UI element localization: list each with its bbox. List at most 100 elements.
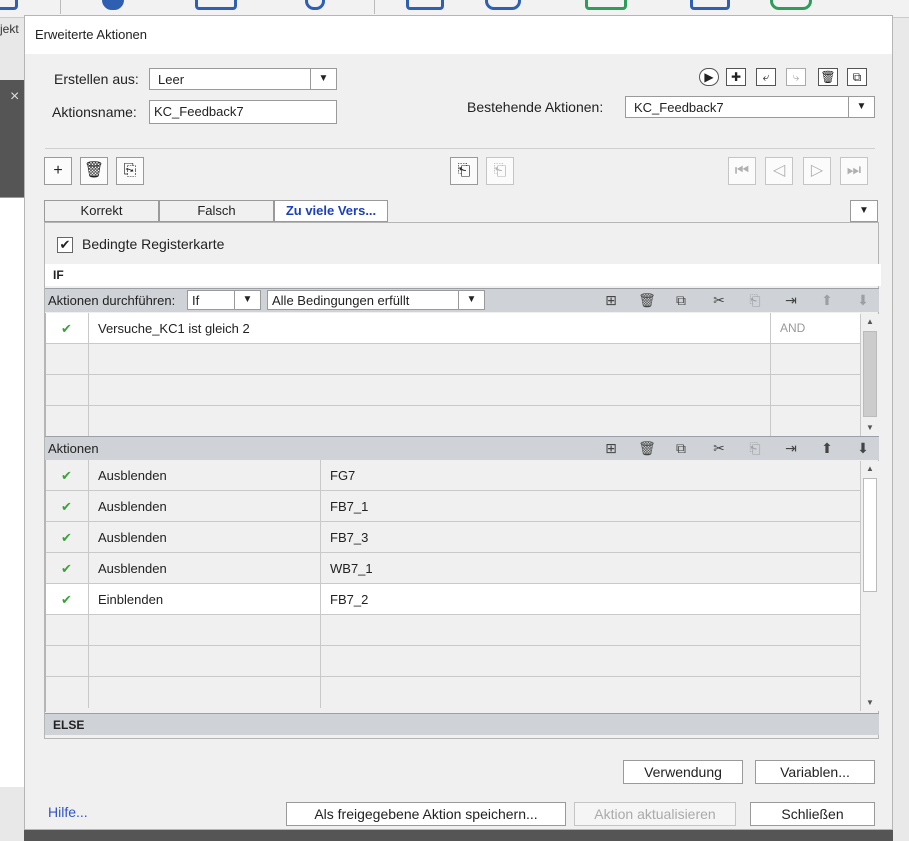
table-row[interactable] <box>46 344 860 375</box>
paste-tab-icon[interactable]: ⎗ <box>450 157 478 185</box>
previous-tab-icon[interactable]: ◁ <box>765 157 793 185</box>
check-icon[interactable]: ✔ <box>46 313 89 344</box>
paste-icon[interactable]: ⎗ <box>745 291 765 309</box>
toolbar-shape-icon[interactable] <box>102 0 124 10</box>
action-target[interactable]: FG7 <box>321 460 860 491</box>
app-menu-label[interactable]: jekt <box>0 22 19 36</box>
action-command[interactable]: Einblenden <box>89 584 321 615</box>
check-icon[interactable]: ✔ <box>46 522 89 553</box>
action-name-input[interactable]: KC_Feedback7 <box>149 100 337 124</box>
trash-icon[interactable]: 🗑 <box>637 291 657 309</box>
insert-row-icon[interactable]: ⊞ <box>601 439 621 457</box>
preview-action-button[interactable]: ▶ <box>699 68 719 86</box>
scroll-thumb[interactable] <box>863 478 877 592</box>
arrow-down-icon[interactable]: ⬇ <box>853 291 873 309</box>
create-from-select[interactable]: Leer ▼ <box>149 68 337 90</box>
arrow-up-icon[interactable]: ⬆ <box>817 291 837 309</box>
help-link[interactable]: Hilfe... <box>48 804 88 820</box>
actions-scrollbar[interactable]: ▲ ▼ <box>860 461 879 711</box>
tab-list-select[interactable]: ▼ <box>850 200 878 222</box>
duplicate-action-icon[interactable]: ⧉ <box>847 68 867 86</box>
copy-tab-icon[interactable]: ⎘ <box>116 157 144 185</box>
existing-actions-select[interactable]: KC_Feedback7 ▼ <box>625 96 875 118</box>
copy-icon[interactable]: ⧉ <box>671 291 691 309</box>
toolbar-edit-icon[interactable] <box>690 0 730 10</box>
action-target[interactable]: FB7_2 <box>321 584 860 615</box>
check-icon[interactable]: ✔ <box>46 460 89 491</box>
table-row[interactable] <box>46 646 860 677</box>
table-row[interactable] <box>46 615 860 646</box>
export-action-icon[interactable]: ⤷ <box>786 68 806 86</box>
save-shared-action-button[interactable]: Als freigegebene Aktion speichern... <box>286 802 566 826</box>
action-command[interactable]: Ausblenden <box>89 491 321 522</box>
close-button[interactable]: Schließen <box>750 802 875 826</box>
toolbar-icon[interactable] <box>0 0 18 10</box>
scroll-up-icon[interactable]: ▲ <box>862 462 878 476</box>
next-tab-icon[interactable]: ▷ <box>803 157 831 185</box>
close-icon[interactable]: × <box>10 88 19 106</box>
table-row[interactable] <box>46 677 860 708</box>
import-action-icon[interactable]: ⤶ <box>756 68 776 86</box>
table-row[interactable]: ✔ Ausblenden FG7 <box>46 460 860 491</box>
chevron-down-icon[interactable]: ▼ <box>234 291 260 309</box>
toolbar-mic-icon[interactable] <box>305 0 325 10</box>
toolbar-text-icon[interactable] <box>406 0 444 10</box>
action-command[interactable]: Ausblenden <box>89 522 321 553</box>
action-target[interactable]: WB7_1 <box>321 553 860 584</box>
delete-tab-icon[interactable]: 🗑 <box>80 157 108 185</box>
insert-after-icon[interactable]: ⇥ <box>781 439 801 457</box>
last-tab-icon[interactable]: ⏭ <box>840 157 868 185</box>
paste-icon[interactable]: ⎗ <box>745 439 765 457</box>
table-row[interactable]: ✔ Einblenden FB7_2 <box>46 584 860 615</box>
usage-button[interactable]: Verwendung <box>623 760 743 784</box>
toolbar-timer-icon[interactable] <box>485 0 521 10</box>
condition-mode-select[interactable]: Alle Bedingungen erfüllt ▼ <box>267 290 485 310</box>
paste-disabled-icon[interactable]: ⎗ <box>486 157 514 185</box>
table-row[interactable]: ✔ Ausblenden WB7_1 <box>46 553 860 584</box>
table-row[interactable]: ✔ Ausblenden FB7_3 <box>46 522 860 553</box>
chevron-down-icon[interactable]: ▼ <box>851 201 877 221</box>
add-action-icon[interactable]: ✚ <box>726 68 746 86</box>
scroll-down-icon[interactable]: ▼ <box>862 421 878 435</box>
scissors-icon[interactable]: ✂ <box>709 291 729 309</box>
scroll-up-icon[interactable]: ▲ <box>862 315 878 329</box>
action-command[interactable]: Ausblenden <box>89 553 321 584</box>
action-command[interactable]: Ausblenden <box>89 460 321 491</box>
if-type-select[interactable]: If ▼ <box>187 290 261 310</box>
insert-after-icon[interactable]: ⇥ <box>781 291 801 309</box>
action-target[interactable]: FB7_3 <box>321 522 860 553</box>
toolbar-slide-icon[interactable] <box>195 0 237 10</box>
condition-expression[interactable]: Versuche_KC1 ist gleich 2 <box>89 313 771 344</box>
chevron-down-icon[interactable]: ▼ <box>848 97 874 117</box>
trash-icon[interactable]: 🗑 <box>637 439 657 457</box>
add-tab-icon[interactable]: + <box>44 157 72 185</box>
tab-zu-viele-versuche[interactable]: Zu viele Vers... <box>274 200 388 222</box>
scroll-thumb[interactable] <box>863 331 877 417</box>
tab-falsch[interactable]: Falsch <box>159 200 274 222</box>
check-icon[interactable]: ✔ <box>46 553 89 584</box>
condition-operator[interactable]: AND <box>771 313 860 344</box>
first-tab-icon[interactable]: ⏮ <box>728 157 756 185</box>
tab-korrekt[interactable]: Korrekt <box>44 200 159 222</box>
table-row[interactable] <box>46 406 860 437</box>
conditions-scrollbar[interactable]: ▲ ▼ <box>860 314 879 436</box>
toolbar-export-icon[interactable] <box>585 0 627 10</box>
insert-row-icon[interactable]: ⊞ <box>601 291 621 309</box>
scroll-down-icon[interactable]: ▼ <box>862 696 878 710</box>
chevron-down-icon[interactable]: ▼ <box>458 291 484 309</box>
toolbar-publish-icon[interactable] <box>770 0 812 10</box>
trash-icon[interactable]: 🗑 <box>818 68 838 86</box>
action-target[interactable]: FB7_1 <box>321 491 860 522</box>
scissors-icon[interactable]: ✂ <box>709 439 729 457</box>
check-icon[interactable]: ✔ <box>46 491 89 522</box>
variables-button[interactable]: Variablen... <box>755 760 875 784</box>
table-row[interactable]: ✔ Ausblenden FB7_1 <box>46 491 860 522</box>
chevron-down-icon[interactable]: ▼ <box>310 69 336 89</box>
update-action-button[interactable]: Aktion aktualisieren <box>574 802 736 826</box>
arrow-up-icon[interactable]: ⬆ <box>817 439 837 457</box>
arrow-down-icon[interactable]: ⬇ <box>853 439 873 457</box>
conditional-tab-checkbox[interactable]: ✔ <box>57 237 73 253</box>
check-icon[interactable]: ✔ <box>46 584 89 615</box>
table-row[interactable]: ✔ Versuche_KC1 ist gleich 2 AND <box>46 313 860 344</box>
table-row[interactable] <box>46 375 860 406</box>
